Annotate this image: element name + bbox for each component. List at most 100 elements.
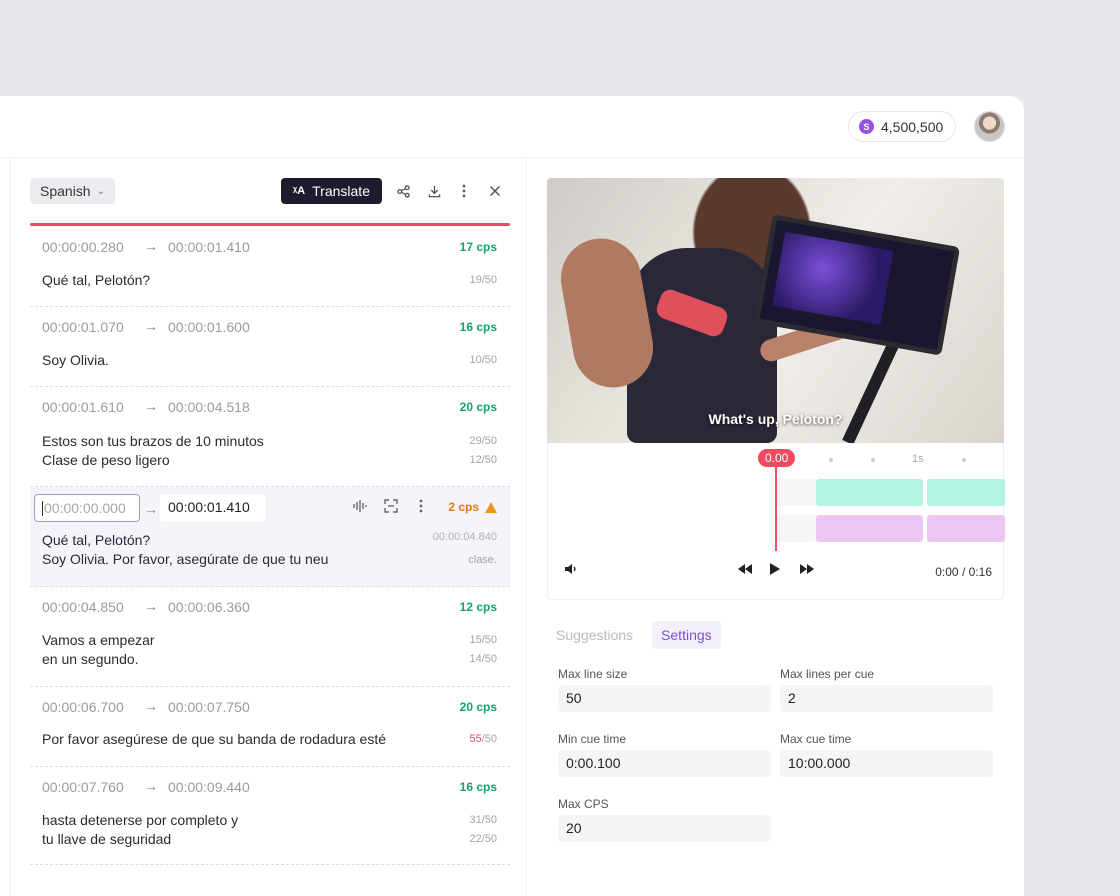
cue-line-suffix: clase.: [468, 554, 497, 566]
cue-end-time[interactable]: 00:00:06.360: [168, 599, 250, 615]
text-caret: [42, 501, 43, 516]
cue-start-time[interactable]: 00:00:04.850: [42, 599, 124, 615]
max-lines-per-cue-label: Max lines per cue: [780, 667, 875, 681]
cue-end-time[interactable]: 00:00:01.600: [168, 319, 250, 335]
volume-icon[interactable]: [564, 563, 578, 578]
duration: 0:16: [968, 565, 992, 579]
cue-cps: 20 cps: [459, 400, 497, 414]
fast-forward-icon[interactable]: [800, 563, 814, 577]
credits-badge[interactable]: S 4,500,500: [848, 111, 957, 142]
cue-line[interactable]: Qué tal, Pelotón?: [42, 272, 150, 288]
subtitle-track-segment[interactable]: [927, 515, 1005, 542]
cue-end-time[interactable]: 00:00:09.440: [168, 779, 250, 795]
timeline-tick: [962, 458, 966, 462]
cue-char-count-over: 55: [469, 733, 482, 745]
max-cps-input[interactable]: 20: [558, 815, 771, 842]
cue-line[interactable]: Soy Olivia. Por favor, asegúrate de que …: [42, 551, 328, 567]
credits-amount: 4,500,500: [881, 118, 944, 135]
max-lines-per-cue-input[interactable]: 2: [780, 685, 993, 712]
cue-line[interactable]: Soy Olivia.: [42, 352, 109, 368]
cue-item-active[interactable]: 00:00:00.000 → 00:00:01.410 2 cps Qué ta…: [30, 487, 510, 587]
track-segment: [777, 515, 817, 542]
cue-start-time[interactable]: 00:00:01.070: [42, 319, 124, 335]
max-cue-time-input[interactable]: 10:00.000: [780, 750, 993, 777]
current-time: 0:00: [935, 565, 959, 579]
max-line-size-input[interactable]: 50: [558, 685, 771, 712]
coin-icon: S: [859, 119, 874, 134]
share-icon[interactable]: [392, 180, 414, 202]
rewind-icon[interactable]: [738, 563, 752, 577]
cue-end-time[interactable]: 00:00:01.410: [168, 239, 250, 255]
cue-start-time[interactable]: 00:00:07.760: [42, 779, 124, 795]
timeline-panel: 1s 0.00 0:00 / 0:16: [547, 443, 1005, 600]
cue-start-time[interactable]: 00:00:06.700: [42, 699, 124, 715]
waveform-icon[interactable]: [352, 499, 368, 516]
cue-item[interactable]: 00:00:01.610 → 00:00:04.518 20 cps Estos…: [30, 387, 510, 487]
more-vertical-icon[interactable]: [419, 499, 423, 516]
settings-tabs: Suggestions Settings: [547, 621, 721, 649]
min-cue-time-label: Min cue time: [558, 732, 627, 746]
progress-indicator: [30, 223, 510, 226]
cue-cps: 16 cps: [459, 320, 497, 334]
tab-settings[interactable]: Settings: [652, 621, 721, 649]
tab-suggestions[interactable]: Suggestions: [547, 621, 642, 649]
split-icon[interactable]: [384, 499, 398, 516]
avatar[interactable]: [974, 111, 1005, 142]
cue-end-time[interactable]: 00:00:04.518: [168, 399, 250, 415]
download-icon[interactable]: [423, 180, 445, 202]
cue-char-count-limit: /50: [481, 733, 497, 745]
cue-end-readout: 00:00:04.840: [432, 531, 497, 543]
cue-start-time[interactable]: 00:00:00.280: [42, 239, 124, 255]
cue-item[interactable]: 00:00:06.700 → 00:00:07.750 20 cps Por f…: [30, 687, 510, 767]
track-segment: [777, 479, 817, 506]
audio-track-segment[interactable]: [816, 479, 923, 506]
cue-char-count: 22/50: [469, 833, 497, 845]
cue-start-placeholder: 00:00:00.000: [44, 500, 126, 516]
audio-track-segment[interactable]: [927, 479, 1005, 506]
cue-line[interactable]: Por favor asegúrese de que su banda de r…: [42, 731, 386, 747]
translate-button-page[interactable]: ᵡA Translate: [281, 178, 382, 204]
arrow-right-icon: →: [144, 598, 158, 614]
cue-start-input[interactable]: 00:00:00.000: [34, 494, 140, 522]
translate-label: Translate: [312, 183, 370, 199]
cue-char-count: 10/50: [469, 354, 497, 366]
cue-item[interactable]: 00:00:00.280 → 00:00:01.410 17 cps Qué t…: [30, 227, 510, 307]
cue-line[interactable]: en un segundo.: [42, 651, 139, 667]
cue-item[interactable]: 00:00:04.850 → 00:00:06.360 12 cps Vamos…: [30, 587, 510, 687]
translate-icon: ᵡA: [293, 185, 306, 197]
cue-item[interactable]: 00:00:07.760 → 00:00:09.440 16 cps hasta…: [30, 767, 510, 865]
cue-line[interactable]: Qué tal, Pelotón?: [42, 532, 150, 548]
cue-cps: 20 cps: [459, 700, 497, 714]
cue-cps: 16 cps: [459, 780, 497, 794]
cue-line[interactable]: Estos son tus brazos de 10 minutos: [42, 433, 264, 449]
video-shape: [554, 232, 660, 394]
more-vertical-icon[interactable]: [453, 180, 475, 202]
cue-cps: 2 cps: [448, 500, 479, 514]
cue-char-count: 15/50: [469, 634, 497, 646]
video-preview[interactable]: What's up, Peloton?: [547, 178, 1004, 443]
cue-line[interactable]: tu llave de seguridad: [42, 831, 171, 847]
arrow-right-icon: →: [144, 778, 158, 794]
playhead-label[interactable]: 0.00: [758, 449, 796, 467]
time-separator: /: [961, 565, 966, 579]
cue-end-input[interactable]: 00:00:01.410: [160, 494, 266, 522]
playhead[interactable]: [775, 467, 777, 551]
arrow-right-icon: →: [144, 398, 158, 414]
max-cue-time-label: Max cue time: [780, 732, 852, 746]
cue-end-time[interactable]: 00:00:07.750: [168, 699, 250, 715]
play-icon[interactable]: [770, 563, 780, 578]
max-cps-label: Max CPS: [558, 797, 609, 811]
cue-line[interactable]: Vamos a empezar: [42, 632, 155, 648]
language-select-page[interactable]: Spanish ⌄: [30, 178, 115, 204]
cue-start-time[interactable]: 00:00:01.610: [42, 399, 124, 415]
min-cue-time-input[interactable]: 0:00.100: [558, 750, 771, 777]
time-readout: 0:00 / 0:16: [935, 565, 992, 579]
cue-line[interactable]: hasta detenerse por completo y: [42, 812, 238, 828]
timeline-tick: [829, 458, 833, 462]
subtitle-track-segment[interactable]: [816, 515, 923, 542]
cue-line[interactable]: Clase de peso ligero: [42, 452, 170, 468]
cue-item[interactable]: 00:00:01.070 → 00:00:01.600 16 cps Soy O…: [30, 307, 510, 387]
cue-char-count: 14/50: [469, 653, 497, 665]
close-icon[interactable]: [484, 180, 506, 202]
max-line-size-label: Max line size: [558, 667, 628, 681]
